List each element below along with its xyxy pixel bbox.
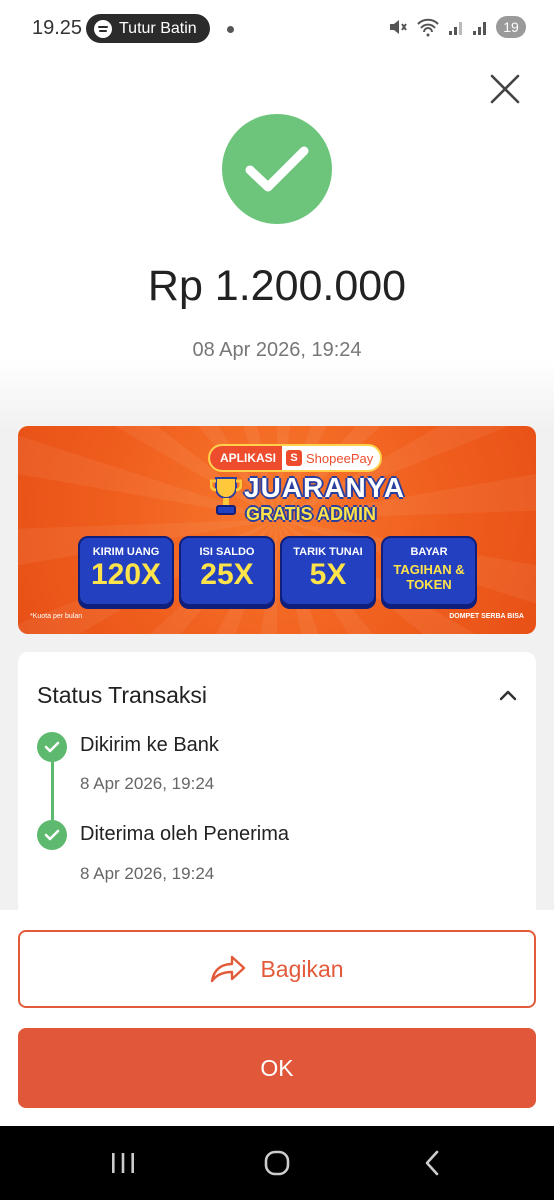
- battery-indicator: 19: [496, 16, 526, 38]
- trophy-icon: [210, 477, 242, 515]
- step-check-icon: [37, 820, 67, 850]
- home-button[interactable]: [262, 1148, 292, 1178]
- promo-card-tarik: TARIK TUNAI 5X: [280, 536, 376, 606]
- transfer-amount: Rp 1.200.000: [147, 262, 407, 310]
- close-icon[interactable]: [488, 72, 522, 106]
- banner-subheadline: GRATIS ADMIN: [246, 504, 376, 524]
- brand-label: ShopeePay: [306, 450, 374, 466]
- promo-card-isi: ISI SALDO 25X: [179, 536, 275, 606]
- promo-card-label: BAYAR: [410, 546, 448, 558]
- promo-card-value: 25X: [200, 558, 254, 591]
- signal-2-icon: [473, 22, 486, 35]
- step-check-icon: [37, 732, 67, 762]
- step-time: 8 Apr 2026, 19:24: [80, 774, 215, 793]
- system-nav-bar: [0, 1126, 554, 1200]
- app-label: APLIKASI: [210, 446, 283, 470]
- timeline-connector: [51, 762, 54, 820]
- success-check-icon: [222, 114, 332, 224]
- banner-tagline: DOMPET SERBA BISA: [449, 613, 524, 620]
- step-time: 8 Apr 2026, 19:24: [80, 864, 215, 883]
- promo-card-value: 5X: [309, 558, 347, 591]
- banner-note: *Kuota per bulan: [30, 613, 83, 620]
- promo-card-bayar: BAYAR TAGIHAN & TOKEN: [381, 536, 477, 606]
- chevron-up-icon[interactable]: [498, 688, 518, 702]
- promo-card-kirim: KIRIM UANG 120X: [78, 536, 174, 606]
- share-arrow-icon: [211, 955, 246, 983]
- status-icons: 19: [388, 16, 526, 38]
- promo-card-value: TAGIHAN & TOKEN: [393, 562, 465, 592]
- status-time: 19.25: [32, 17, 83, 39]
- step-title: Diterima oleh Penerima: [80, 823, 289, 845]
- status-bar: 19.25 Tutur Batin 19: [0, 0, 554, 58]
- mute-icon: [390, 20, 407, 34]
- app-tag: APLIKASI S ShopeePay: [208, 444, 382, 472]
- status-title: Status Transaksi: [37, 682, 208, 708]
- promo-card-label: ISI SALDO: [199, 546, 255, 558]
- promo-card-value: 120X: [90, 558, 162, 591]
- recent-apps-button[interactable]: [108, 1148, 138, 1178]
- shopee-bag-icon: S: [286, 450, 303, 466]
- transaction-datetime: 08 Apr 2026, 19:24: [192, 339, 362, 361]
- share-button[interactable]: Bagikan: [18, 930, 536, 1008]
- promo-banner[interactable]: APLIKASI S ShopeePay JUARANYA GRATIS ADM…: [18, 426, 536, 634]
- wifi-icon: [417, 18, 439, 37]
- spotify-icon: [94, 19, 112, 38]
- notification-dot-icon: [227, 26, 234, 33]
- ok-button[interactable]: OK: [18, 1028, 536, 1108]
- back-button[interactable]: [420, 1148, 444, 1178]
- media-title: Tutur Batin: [119, 19, 197, 37]
- promo-card-label: TARIK TUNAI: [293, 546, 363, 558]
- transaction-status-card: Status Transaksi Dikirim ke Bank 8 Apr 2…: [18, 652, 536, 910]
- promo-card-label: KIRIM UANG: [92, 546, 160, 558]
- signal-1-icon: [449, 22, 462, 35]
- media-pill[interactable]: Tutur Batin: [86, 14, 210, 43]
- banner-headline: JUARANYA: [244, 472, 406, 503]
- step-title: Dikirim ke Bank: [80, 734, 219, 756]
- back-icon: [425, 1150, 439, 1176]
- recent-apps-icon: [112, 1153, 134, 1173]
- share-label: Bagikan: [260, 955, 344, 982]
- home-icon: [264, 1150, 290, 1176]
- ok-label: OK: [260, 1054, 294, 1081]
